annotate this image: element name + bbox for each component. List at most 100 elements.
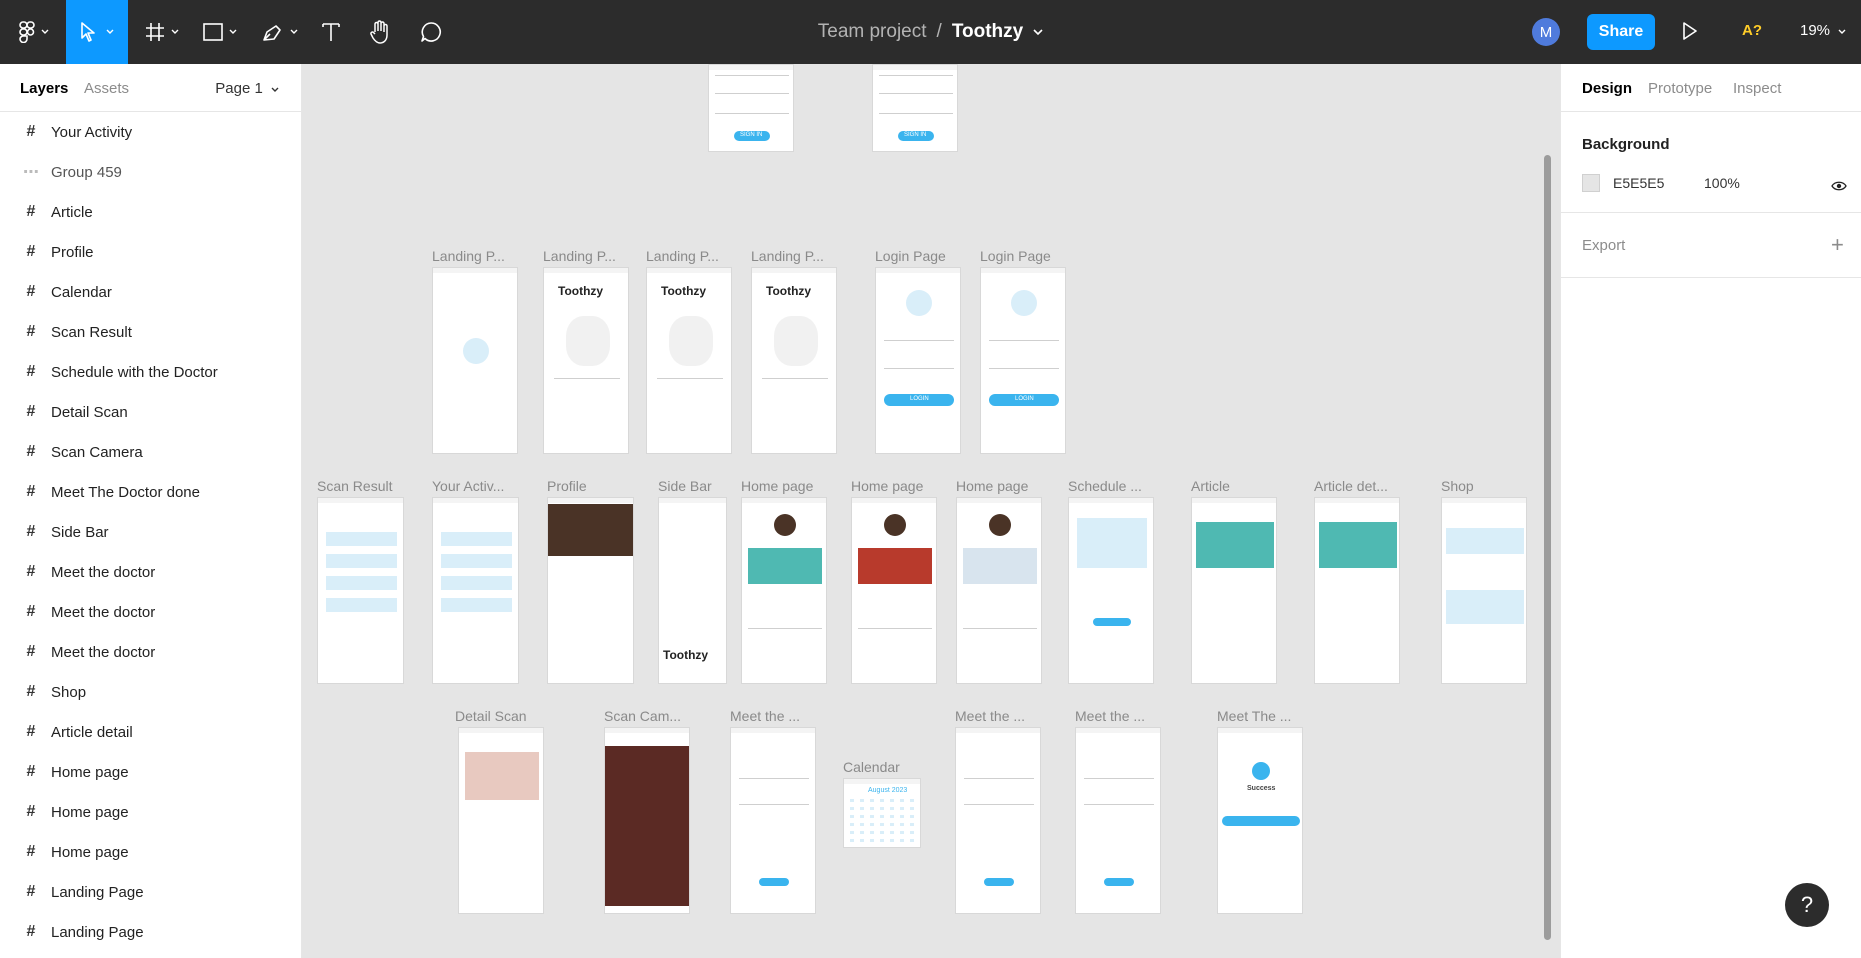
- layer-item[interactable]: # Profile: [0, 232, 301, 272]
- frame-thumbnail[interactable]: [741, 497, 827, 684]
- layer-item[interactable]: # Meet the doctor: [0, 552, 301, 592]
- add-export-button[interactable]: +: [1831, 232, 1844, 258]
- frame-thumbnail[interactable]: [317, 497, 404, 684]
- share-button[interactable]: Share: [1587, 14, 1655, 50]
- frame-thumbnail[interactable]: [547, 497, 634, 684]
- pen-tool-button[interactable]: [258, 0, 302, 64]
- frame-label[interactable]: Side Bar: [658, 478, 712, 494]
- visibility-toggle[interactable]: [1831, 178, 1847, 196]
- shape-tool-button[interactable]: [198, 0, 242, 64]
- frame-label[interactable]: Article det...: [1314, 478, 1388, 494]
- canvas-vertical-scrollbar[interactable]: [1544, 155, 1551, 940]
- layer-item[interactable]: # Scan Result: [0, 312, 301, 352]
- layer-item[interactable]: # Article: [0, 192, 301, 232]
- layer-item[interactable]: # Side Bar: [0, 512, 301, 552]
- frame-thumbnail[interactable]: [1314, 497, 1400, 684]
- tab-inspect[interactable]: Inspect: [1733, 80, 1781, 97]
- frame-thumbnail[interactable]: LOGIN: [875, 267, 961, 454]
- frame-thumbnail[interactable]: [956, 497, 1042, 684]
- frame-thumbnail[interactable]: Toothzy: [751, 267, 837, 454]
- tab-assets[interactable]: Assets: [84, 80, 129, 97]
- frame-label[interactable]: Meet the ...: [730, 708, 800, 724]
- frame-label[interactable]: Landing P...: [646, 248, 719, 264]
- frame-thumbnail[interactable]: Toothzy: [543, 267, 629, 454]
- frame-thumbnail[interactable]: SIGN IN: [872, 64, 958, 152]
- frame-label[interactable]: Landing P...: [751, 248, 824, 264]
- design-canvas[interactable]: SIGN IN SIGN IN Landing P... Landing P... To…: [302, 64, 1560, 958]
- layer-item[interactable]: # Landing Page: [0, 912, 301, 952]
- frame-thumbnail[interactable]: LOGIN: [980, 267, 1066, 454]
- frame-label[interactable]: Landing P...: [543, 248, 616, 264]
- frame-label[interactable]: Home page: [741, 478, 813, 494]
- layer-item[interactable]: # Home page: [0, 752, 301, 792]
- frame-label[interactable]: Schedule ...: [1068, 478, 1142, 494]
- tab-layers[interactable]: Layers: [20, 80, 68, 97]
- layer-item[interactable]: # Meet The Doctor done: [0, 472, 301, 512]
- frame-label[interactable]: Detail Scan: [455, 708, 527, 724]
- frame-thumbnail[interactable]: [1441, 497, 1527, 684]
- frame-label[interactable]: Shop: [1441, 478, 1474, 494]
- layer-item[interactable]: ⋯ Group 459: [0, 152, 301, 192]
- avatar[interactable]: M: [1532, 18, 1560, 46]
- frame-label[interactable]: Profile: [547, 478, 587, 494]
- frame-label[interactable]: Login Page: [980, 248, 1051, 264]
- frame-thumbnail[interactable]: Toothzy: [658, 497, 727, 684]
- background-hex-input[interactable]: E5E5E5: [1613, 175, 1664, 191]
- main-menu-button[interactable]: [14, 0, 54, 64]
- help-button[interactable]: ?: [1785, 883, 1829, 927]
- layer-item[interactable]: # Meet the doctor: [0, 592, 301, 632]
- frame-label[interactable]: Home page: [851, 478, 923, 494]
- file-name[interactable]: Toothzy: [952, 21, 1023, 43]
- frame-label[interactable]: Home page: [956, 478, 1028, 494]
- frame-thumbnail[interactable]: [432, 267, 518, 454]
- layer-item[interactable]: # Scan Camera: [0, 432, 301, 472]
- frame-thumbnail[interactable]: [432, 497, 519, 684]
- layer-item[interactable]: # Schedule with the Doctor: [0, 352, 301, 392]
- background-color-swatch[interactable]: [1582, 174, 1600, 192]
- comment-tool-button[interactable]: [418, 0, 444, 64]
- layer-item[interactable]: # Meet the doctor: [0, 632, 301, 672]
- layer-item[interactable]: # Article detail: [0, 712, 301, 752]
- frame-thumbnail[interactable]: August 2023: [843, 778, 921, 848]
- frame-thumbnail[interactable]: [851, 497, 937, 684]
- move-tool-button[interactable]: [66, 0, 128, 64]
- hand-tool-button[interactable]: [366, 0, 394, 64]
- frame-label[interactable]: Scan Result: [317, 478, 392, 494]
- missing-fonts-indicator[interactable]: A?: [1742, 22, 1762, 39]
- frame-thumbnail[interactable]: [1068, 497, 1154, 684]
- frame-thumbnail[interactable]: Toothzy: [646, 267, 732, 454]
- tab-design[interactable]: Design: [1582, 80, 1632, 97]
- team-name[interactable]: Team project: [818, 21, 927, 43]
- frame-thumbnail[interactable]: [458, 727, 544, 914]
- layer-item[interactable]: # Home page: [0, 832, 301, 872]
- frame-label[interactable]: Meet the ...: [955, 708, 1025, 724]
- layer-item[interactable]: # Shop: [0, 672, 301, 712]
- text-tool-button[interactable]: [318, 0, 344, 64]
- frame-thumbnail[interactable]: [1191, 497, 1277, 684]
- layer-item[interactable]: # Calendar: [0, 272, 301, 312]
- tab-prototype[interactable]: Prototype: [1648, 80, 1712, 97]
- zoom-menu[interactable]: 19%: [1800, 22, 1846, 39]
- page-selector[interactable]: Page 1: [215, 80, 279, 97]
- frame-label[interactable]: Your Activ...: [432, 478, 504, 494]
- frame-tool-button[interactable]: [140, 0, 184, 64]
- frame-label[interactable]: Meet The ...: [1217, 708, 1291, 724]
- frame-label[interactable]: Calendar: [843, 759, 900, 775]
- layer-item[interactable]: # Detail Scan: [0, 392, 301, 432]
- present-button[interactable]: [1682, 22, 1698, 45]
- frame-label[interactable]: Meet the ...: [1075, 708, 1145, 724]
- frame-thumbnail[interactable]: SIGN IN: [708, 64, 794, 152]
- chevron-down-icon[interactable]: [1033, 28, 1043, 36]
- frame-label[interactable]: Scan Cam...: [604, 708, 681, 724]
- layer-item[interactable]: # Home page: [0, 792, 301, 832]
- frame-thumbnail[interactable]: [730, 727, 816, 914]
- frame-label[interactable]: Login Page: [875, 248, 946, 264]
- frame-thumbnail[interactable]: [604, 727, 690, 914]
- layer-item[interactable]: # Your Activity: [0, 112, 301, 152]
- frame-thumbnail[interactable]: [955, 727, 1041, 914]
- layer-item[interactable]: # Landing Page: [0, 872, 301, 912]
- frame-thumbnail[interactable]: Success: [1217, 727, 1303, 914]
- frame-label[interactable]: Landing P...: [432, 248, 505, 264]
- frame-thumbnail[interactable]: [1075, 727, 1161, 914]
- frame-label[interactable]: Article: [1191, 478, 1230, 494]
